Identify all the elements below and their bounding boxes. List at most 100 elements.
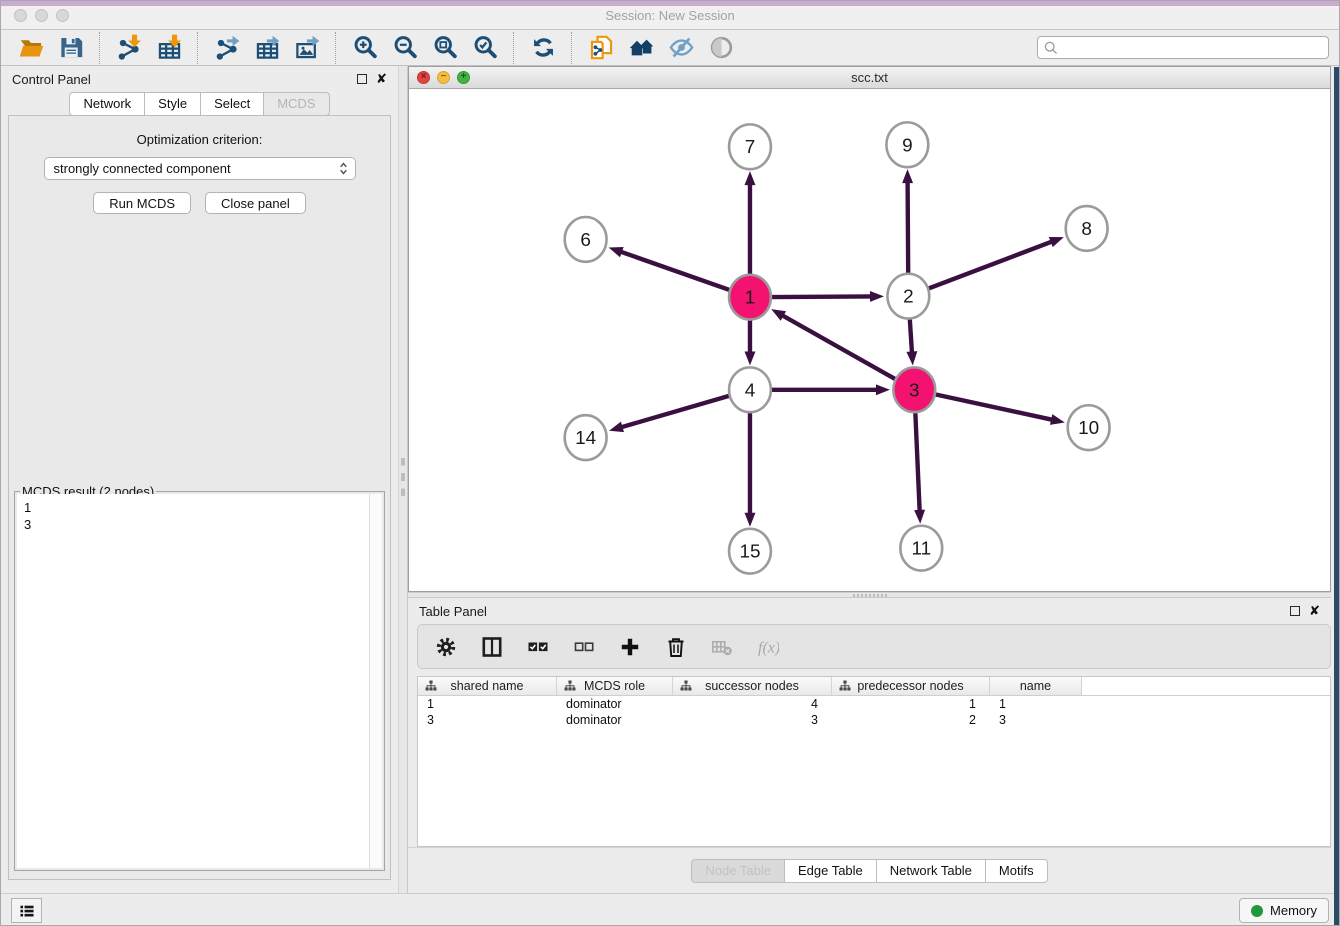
horizontal-splitter[interactable]: [408, 592, 1331, 598]
column-type-icon: [564, 680, 576, 692]
tab-network-table[interactable]: Network Table: [876, 859, 985, 883]
graph-edge-2-8[interactable]: [928, 237, 1063, 289]
hide-details-icon[interactable]: [661, 32, 701, 64]
graphics-details-icon[interactable]: [701, 32, 741, 64]
import-table-icon[interactable]: [149, 32, 189, 64]
column-header-successor-nodes[interactable]: successor nodes: [673, 677, 832, 695]
close-panel-icon[interactable]: ✘: [376, 74, 387, 84]
optimization-criterion-select[interactable]: strongly connected component: [44, 157, 356, 180]
tab-mcds[interactable]: MCDS: [263, 92, 329, 116]
zoom-out-icon[interactable]: [385, 32, 425, 64]
splitter-handle[interactable]: [853, 594, 887, 597]
graph-edge-1-2[interactable]: [771, 291, 884, 302]
toolbar-separator: [91, 32, 100, 64]
graph-node-9[interactable]: 9: [886, 122, 928, 167]
table-cell: 4: [673, 696, 832, 712]
network-maximize-button[interactable]: [457, 71, 470, 84]
deselect-all-icon[interactable]: [573, 636, 595, 658]
float-panel-icon[interactable]: [1290, 606, 1300, 616]
memory-status-icon: [1251, 905, 1263, 917]
tab-select[interactable]: Select: [200, 92, 263, 116]
add-icon[interactable]: [619, 636, 641, 658]
graph-edge-2-3[interactable]: [906, 318, 917, 366]
select-all-icon[interactable]: [527, 636, 549, 658]
search-input[interactable]: [1062, 41, 1322, 55]
graph-node-8[interactable]: 8: [1066, 206, 1108, 251]
splitter-handle[interactable]: [401, 458, 405, 496]
copy-network-icon[interactable]: [581, 32, 621, 64]
gear-icon[interactable]: [435, 636, 457, 658]
network-close-button[interactable]: [417, 71, 430, 84]
zoom-fit-icon[interactable]: [425, 32, 465, 64]
vertical-splitter[interactable]: [398, 66, 408, 893]
task-history-button[interactable]: [11, 898, 42, 923]
graph-node-7[interactable]: 7: [729, 124, 771, 169]
tab-motifs[interactable]: Motifs: [985, 859, 1048, 883]
graph-edge-1-6[interactable]: [609, 247, 730, 290]
zoom-in-icon[interactable]: [345, 32, 385, 64]
graph-edge-2-9[interactable]: [902, 169, 913, 275]
close-panel-button[interactable]: Close panel: [205, 192, 306, 214]
apply-layout-icon[interactable]: [523, 32, 563, 64]
graph-node-14[interactable]: 14: [565, 415, 607, 460]
graph-node-4[interactable]: 4: [729, 367, 771, 412]
tab-node-table[interactable]: Node Table: [691, 859, 784, 883]
selected-option: strongly connected component: [54, 161, 337, 176]
graph-edge-1-7[interactable]: [744, 171, 755, 276]
column-header-MCDS-role[interactable]: MCDS role: [557, 677, 673, 695]
export-image-icon[interactable]: [287, 32, 327, 64]
table-panel: Table Panel ✘ f(x) shared nameMCDS roles…: [408, 598, 1331, 893]
tab-style[interactable]: Style: [144, 92, 200, 116]
run-mcds-button[interactable]: Run MCDS: [93, 192, 191, 214]
split-columns-icon[interactable]: [481, 636, 503, 658]
network-graph[interactable]: 7 9 6 8 1 2 4 3 14 10 15 11: [409, 89, 1330, 591]
column-type-icon: [425, 680, 437, 692]
graph-edge-3-10[interactable]: [935, 394, 1065, 425]
graph-edge-3-1[interactable]: [771, 309, 895, 379]
column-header-shared-name[interactable]: shared name: [418, 677, 557, 695]
svg-text:11: 11: [911, 539, 931, 560]
graph-edge-1-4[interactable]: [744, 319, 755, 366]
open-file-icon[interactable]: [11, 32, 51, 64]
graph-node-6[interactable]: 6: [565, 217, 607, 262]
graph-edge-4-14[interactable]: [609, 396, 729, 432]
main-area: Control Panel ✘ NetworkStyleSelectMCDS O…: [1, 66, 1339, 893]
column-label: shared name: [451, 679, 524, 693]
network-minimize-button[interactable]: [437, 71, 450, 84]
table-row[interactable]: 1dominator411: [418, 696, 1330, 712]
zoom-selected-icon[interactable]: [465, 32, 505, 64]
column-header-name[interactable]: name: [990, 677, 1082, 695]
column-header-predecessor-nodes[interactable]: predecessor nodes: [832, 677, 990, 695]
network-canvas[interactable]: 7 9 6 8 1 2 4 3 14 10 15 11: [409, 89, 1330, 591]
graph-node-11[interactable]: 11: [900, 526, 942, 571]
graph-edge-3-11[interactable]: [914, 411, 925, 524]
tab-edge-table[interactable]: Edge Table: [784, 859, 876, 883]
toolbar-separator: [189, 32, 198, 64]
save-session-icon[interactable]: [51, 32, 91, 64]
delete-icon[interactable]: [665, 636, 687, 658]
import-network-icon[interactable]: [109, 32, 149, 64]
graph-edge-4-15[interactable]: [744, 411, 755, 527]
export-table-icon[interactable]: [247, 32, 287, 64]
graph-node-15[interactable]: 15: [729, 529, 771, 574]
control-panel: Control Panel ✘ NetworkStyleSelectMCDS O…: [1, 66, 398, 893]
mcds-result-area[interactable]: 13: [17, 494, 382, 868]
right-column: scc.txt 7968124314101511 Table Panel ✘ f…: [408, 66, 1331, 893]
graph-node-3[interactable]: 3: [893, 367, 935, 412]
memory-button[interactable]: Memory: [1239, 898, 1329, 923]
window-edge: [1334, 67, 1339, 925]
graph-edge-4-3[interactable]: [771, 384, 890, 395]
search-box[interactable]: [1037, 36, 1329, 59]
float-panel-icon[interactable]: [357, 74, 367, 84]
mcds-result-scrollbar[interactable]: [369, 494, 382, 868]
home-network-icon[interactable]: [621, 32, 661, 64]
graph-node-10[interactable]: 10: [1068, 405, 1110, 450]
graph-node-2[interactable]: 2: [887, 274, 929, 319]
svg-text:7: 7: [745, 137, 756, 158]
export-network-icon[interactable]: [207, 32, 247, 64]
graph-node-1[interactable]: 1: [729, 275, 771, 320]
table-row[interactable]: 3dominator323: [418, 712, 1330, 728]
tab-network[interactable]: Network: [69, 92, 144, 116]
close-panel-icon[interactable]: ✘: [1309, 606, 1320, 616]
mcds-tab-content: Optimization criterion: strongly connect…: [8, 115, 391, 880]
